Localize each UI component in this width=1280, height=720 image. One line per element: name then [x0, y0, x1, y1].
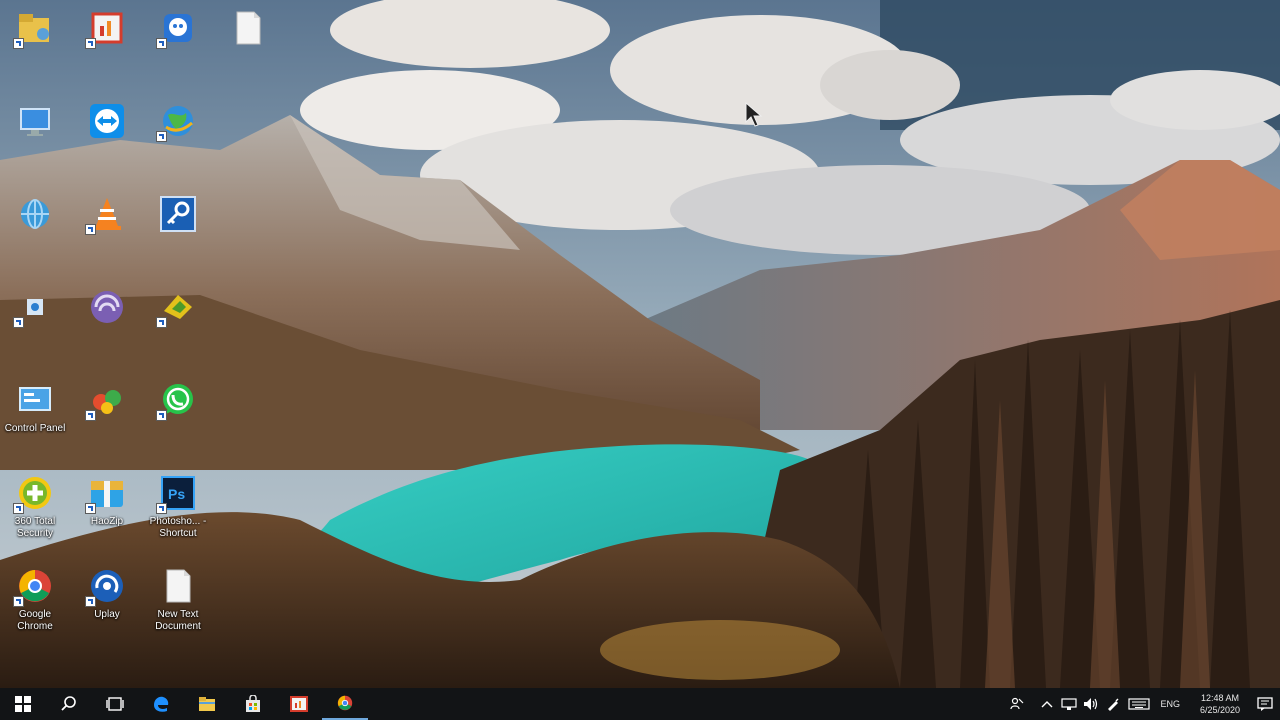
desktop-icon-label: New Text Document	[155, 609, 201, 632]
edge-browser-icon	[154, 696, 169, 712]
text-document-icon	[228, 8, 268, 48]
desktop-icon-haozip[interactable]: HaoZip	[74, 465, 140, 553]
clock-time: 12:48 AM	[1200, 693, 1239, 703]
desktop-icon-app-small[interactable]	[2, 279, 68, 367]
haozip-icon	[85, 473, 127, 514]
taskbar-chrome-button[interactable]	[322, 688, 368, 720]
system-tray: ENG 12:48 AM 6/25/2020	[1006, 688, 1280, 720]
shortcut-arrow-icon	[85, 503, 96, 514]
text-document-icon	[158, 566, 198, 606]
desktop-icon-label: HaoZip	[90, 516, 124, 527]
control-panel-icon	[15, 380, 55, 420]
torrent-swirl-icon	[87, 287, 127, 327]
shortcut-arrow-icon	[13, 38, 24, 49]
desktop-icon-teamviewer[interactable]	[74, 93, 140, 181]
taskbar-edge-button[interactable]	[138, 688, 184, 720]
shortcut-arrow-icon	[85, 596, 96, 607]
desktop-icon-photoshop-shortcut[interactable]: Ps Photosho... - Shortcut	[145, 465, 211, 553]
shortcut-arrow-icon	[85, 410, 96, 421]
app-yellow-icon	[156, 287, 198, 328]
desktop-icon-internet[interactable]	[145, 93, 211, 181]
desktop-icon-network[interactable]	[2, 186, 68, 274]
desktop-icon-app-yellow[interactable]	[145, 279, 211, 367]
taskbar-clock[interactable]: 12:48 AM 6/25/2020	[1190, 692, 1250, 716]
desktop-icon-label: Google Chrome	[17, 609, 53, 632]
app-blue-mascot-icon	[156, 8, 198, 49]
shortcut-arrow-icon	[156, 131, 167, 142]
desktop-icon-tixati[interactable]	[74, 279, 140, 367]
desktop-icon-label: Photosho... - Shortcut	[149, 516, 207, 539]
vlc-cone-icon	[85, 194, 127, 235]
desktop-icon-label: Uplay	[94, 609, 120, 620]
desktop-icon-this-pc[interactable]	[2, 93, 68, 181]
desktop-icon-uplay[interactable]: Uplay	[74, 558, 140, 646]
360-security-icon	[13, 473, 55, 514]
volume-icon[interactable]	[1080, 688, 1102, 720]
computer-icon	[15, 101, 55, 141]
shortcut-arrow-icon	[156, 503, 167, 514]
notification-icon	[1257, 697, 1273, 711]
app-red-icon	[290, 696, 308, 712]
desktop-icon-whatsapp[interactable]	[145, 372, 211, 460]
pen-workspace-icon[interactable]	[1102, 688, 1124, 720]
shortcut-arrow-icon	[156, 317, 167, 328]
uplay-icon	[85, 566, 127, 607]
teamviewer-icon	[87, 101, 127, 141]
desktop-icon-grid: Control Panel 360 Total Security Google …	[0, 0, 1280, 688]
search-icon	[61, 696, 76, 711]
shortcut-arrow-icon	[156, 38, 167, 49]
chrome-icon	[13, 566, 55, 607]
shortcut-arrow-icon	[13, 317, 24, 328]
desktop-icon-vlc-media-player[interactable]	[74, 186, 140, 274]
desktop-icon-app-colorful[interactable]	[74, 372, 140, 460]
desktop-icon-label: Control Panel	[4, 423, 66, 434]
desktop-icon-control-panel[interactable]: Control Panel	[2, 372, 68, 460]
folder-user-icon	[13, 8, 55, 49]
shortcut-arrow-icon	[85, 38, 96, 49]
touch-keyboard-icon[interactable]	[1124, 688, 1154, 720]
desktop-icon-new-text-document[interactable]: New Text Document	[145, 558, 211, 646]
tray-people-icon[interactable]	[1006, 688, 1028, 720]
show-hidden-icons-chevron-icon[interactable]	[1036, 688, 1058, 720]
app-red-icon	[85, 8, 127, 49]
input-language-indicator[interactable]: ENG	[1154, 699, 1190, 709]
taskbar: ENG 12:48 AM 6/25/2020	[0, 688, 1280, 720]
desktop-icon-google-chrome[interactable]: Google Chrome	[2, 558, 68, 646]
photoshop-icon: Ps	[156, 473, 198, 514]
svg-text:Ps: Ps	[168, 486, 185, 502]
store-bag-icon	[246, 695, 260, 712]
desktop-icon-app-blue[interactable]	[145, 0, 211, 88]
desktop-icon-360-total-security[interactable]: 360 Total Security	[2, 465, 68, 553]
app-colorful-icon	[85, 380, 127, 421]
mouse-pointer-icon	[745, 101, 763, 128]
folder-icon	[199, 697, 215, 711]
chrome-icon	[337, 695, 353, 711]
whatsapp-icon	[156, 380, 198, 421]
key-icon	[158, 194, 198, 234]
desktop-icon-password-app[interactable]	[145, 186, 211, 274]
internet-globe-icon	[156, 101, 198, 142]
task-view-button[interactable]	[92, 688, 138, 720]
task-view-icon	[106, 697, 124, 711]
desktop-icon-user-folder[interactable]	[2, 0, 68, 88]
search-button[interactable]	[46, 688, 92, 720]
windows-logo-icon	[15, 696, 31, 712]
network-tray-icon[interactable]	[1058, 688, 1080, 720]
taskbar-store-button[interactable]	[230, 688, 276, 720]
desktop-icon-text-document[interactable]	[215, 0, 281, 88]
shortcut-arrow-icon	[156, 410, 167, 421]
desktop-icon-label: 360 Total Security	[14, 516, 56, 539]
app-small-icon	[13, 287, 55, 328]
taskbar-app-button[interactable]	[276, 688, 322, 720]
taskbar-file-explorer-button[interactable]	[184, 688, 230, 720]
shortcut-arrow-icon	[85, 224, 96, 235]
clock-date: 6/25/2020	[1199, 705, 1240, 715]
shortcut-arrow-icon	[13, 503, 24, 514]
shortcut-arrow-icon	[13, 596, 24, 607]
start-button[interactable]	[0, 688, 46, 720]
network-globe-icon	[15, 194, 55, 234]
desktop-icon-app-red[interactable]	[74, 0, 140, 88]
action-center-button[interactable]	[1250, 688, 1280, 720]
